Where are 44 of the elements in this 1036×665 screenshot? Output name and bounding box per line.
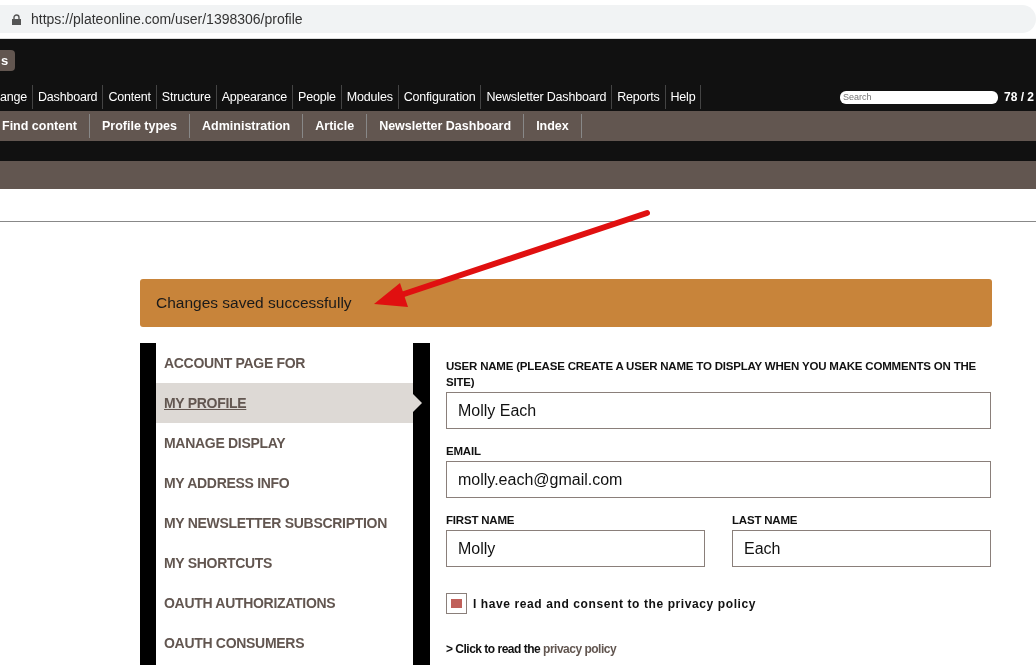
shortcut-link[interactable]: Newsletter Dashboard <box>367 114 525 138</box>
status-message: Changes saved successfully <box>140 279 992 327</box>
menu-item[interactable]: Configuration <box>398 85 482 109</box>
field-label: FIRST NAME <box>446 513 516 528</box>
input-field[interactable]: molly.each@gmail.com <box>446 461 991 498</box>
shortcut-link[interactable]: Administration <box>190 114 304 138</box>
menu-item[interactable]: Structure <box>156 85 217 109</box>
shortcut-link[interactable]: Index <box>524 114 582 138</box>
sidebar-item[interactable]: OAUTH AUTHORIZATIONS <box>156 583 413 623</box>
shortcut-link[interactable]: Article <box>303 114 368 138</box>
input-field[interactable]: Each <box>732 530 991 567</box>
toolbar-button[interactable]: s <box>0 50 15 71</box>
menu-item[interactable]: People <box>293 85 342 109</box>
lock-icon <box>12 13 21 25</box>
menu-item[interactable]: Content <box>103 85 157 109</box>
menu-item[interactable]: ange <box>0 85 33 109</box>
input-field[interactable]: Molly Each <box>446 392 991 429</box>
sidebar-item[interactable]: MY ADDRESS INFO <box>156 463 413 503</box>
shortcut-link[interactable]: Profile types <box>90 114 191 138</box>
menu-item[interactable]: Dashboard <box>33 85 104 109</box>
menu-item[interactable]: Reports <box>612 85 666 109</box>
field-label: USER NAME (PLEASE CREATE A USER NAME TO DISPLAY WHEN YOU MAKE COMMENTS ON THE SITE) <box>446 359 978 390</box>
counter-text: 78 / 2 <box>1004 90 1036 104</box>
checkbox[interactable] <box>446 593 467 614</box>
sidebar-item[interactable]: ACCOUNT PAGE FOR <box>156 343 413 383</box>
sidebar-item[interactable]: MANAGE DISPLAY <box>156 423 413 463</box>
sidebar-item[interactable]: MY SHORTCUTS <box>156 543 413 583</box>
search-field[interactable]: Search <box>840 90 998 104</box>
address-bar[interactable]: https://plateonline.com/user/1398306/profile <box>0 5 1036 33</box>
menu-item[interactable]: Modules <box>341 85 399 109</box>
field-label: EMAIL <box>446 444 482 459</box>
menu-item[interactable]: Appearance <box>216 85 294 109</box>
privacy-text: > Click to read the privacy policy <box>446 642 618 656</box>
field-label: LAST NAME <box>732 513 799 528</box>
menu-item[interactable]: Newsletter Dashboard <box>481 85 613 109</box>
sidebar-item[interactable]: OAUTH CONSUMERS <box>156 623 413 663</box>
input-field[interactable]: Molly <box>446 530 705 567</box>
pointer-icon <box>413 394 422 412</box>
menu-item[interactable]: Help <box>665 85 702 109</box>
privacy-link[interactable]: privacy policy <box>543 642 617 656</box>
shortcut-link[interactable]: Find content <box>0 114 90 138</box>
checkbox-label: I have read and consent to the privacy policy <box>473 596 757 611</box>
url-text: https://plateonline.com/user/1398306/profile <box>31 11 303 27</box>
sidebar-item[interactable]: MY NEWSLETTER SUBSCRIPTION <box>156 503 413 543</box>
